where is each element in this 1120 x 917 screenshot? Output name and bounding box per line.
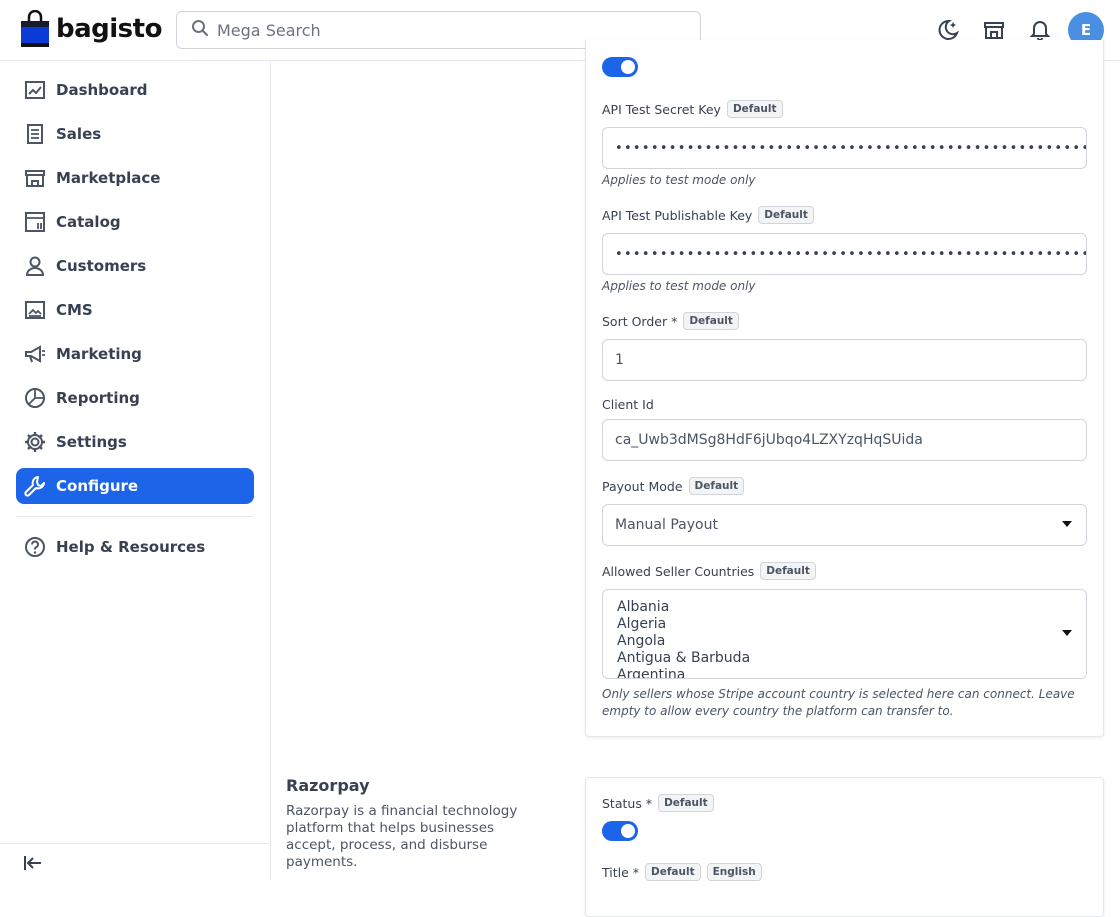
collapse-sidebar-icon[interactable] (22, 852, 44, 874)
chevron-down-icon (1062, 521, 1072, 527)
sidebar-item-label: Settings (56, 433, 127, 451)
razorpay-section-title: Razorpay (286, 776, 370, 795)
country-option[interactable]: Argentina (617, 667, 1072, 678)
sidebar-item-label: Catalog (56, 213, 121, 231)
sort-order-field[interactable]: 1 (602, 339, 1087, 381)
sidebar-footer-divider (0, 843, 270, 844)
pie-chart-icon (24, 387, 46, 409)
api-test-secret-key-label: API Test Secret Key Default (602, 100, 783, 118)
country-option[interactable]: Algeria (617, 616, 1072, 633)
default-badge: Default (688, 477, 745, 495)
api-test-publishable-key-label: API Test Publishable Key Default (602, 206, 814, 224)
default-badge: Default (645, 863, 701, 881)
sidebar: Dashboard Sales Marketplace Catalog Cust… (0, 61, 271, 880)
sidebar-item-marketplace[interactable]: Marketplace (16, 160, 254, 196)
locale-badge: English (706, 863, 762, 881)
sidebar-item-customers[interactable]: Customers (16, 248, 254, 284)
default-badge: Default (683, 312, 739, 330)
sidebar-item-label: Reporting (56, 389, 140, 407)
default-badge: Default (658, 794, 714, 812)
sidebar-item-reporting[interactable]: Reporting (16, 380, 254, 416)
sidebar-item-catalog[interactable]: Catalog (16, 204, 254, 240)
megaphone-icon (24, 343, 46, 365)
api-test-secret-key-hint: Applies to test mode only (602, 173, 756, 187)
client-id-label: Client Id (602, 397, 654, 412)
gear-icon (24, 431, 46, 453)
sidebar-item-label: CMS (56, 301, 93, 319)
country-option[interactable]: Angola (617, 633, 1072, 650)
dashboard-icon (24, 79, 46, 101)
allowed-seller-countries-label: Allowed Seller Countries Default (602, 562, 816, 580)
api-test-publishable-key-field[interactable]: ••••••••••••••••••••••••••••••••••••••••… (602, 233, 1087, 275)
search-input[interactable] (217, 20, 677, 40)
sidebar-item-label: Configure (56, 477, 139, 495)
cms-icon (24, 299, 46, 321)
sidebar-item-dashboard[interactable]: Dashboard (16, 72, 254, 108)
api-test-publishable-key-hint: Applies to test mode only (602, 279, 756, 293)
payout-mode-value: Manual Payout (615, 517, 718, 533)
country-option[interactable]: Albania (617, 599, 1072, 616)
allowed-seller-countries-select[interactable]: Albania Algeria Angola Antigua & Barbuda… (602, 589, 1087, 679)
country-option[interactable]: Antigua & Barbuda (617, 650, 1072, 667)
store-icon (24, 167, 46, 189)
sidebar-item-label: Marketplace (56, 169, 161, 187)
sidebar-item-marketing[interactable]: Marketing (16, 336, 254, 372)
sales-icon (24, 123, 46, 145)
catalog-icon (24, 211, 46, 233)
sidebar-item-cms[interactable]: CMS (16, 292, 254, 328)
sidebar-divider (16, 516, 254, 517)
sidebar-item-configure[interactable]: Configure (16, 468, 254, 504)
sidebar-item-label: Marketing (56, 345, 142, 363)
sidebar-item-sales[interactable]: Sales (16, 116, 254, 152)
api-test-secret-key-field[interactable]: ••••••••••••••••••••••••••••••••••••••••… (602, 127, 1087, 169)
sidebar-item-label: Sales (56, 125, 102, 143)
client-id-field[interactable]: ca_Uwb3dMSg8HdF6jUbqo4LZXYzqHqSUida (602, 419, 1087, 461)
sort-order-label: Sort Order * Default (602, 312, 739, 330)
bag-logo-icon (20, 9, 50, 48)
user-icon (24, 255, 46, 277)
razorpay-title-label: Title * Default English (602, 863, 762, 881)
status-toggle[interactable] (602, 57, 638, 77)
allowed-seller-countries-hint: Only sellers whose Stripe account countr… (602, 687, 1075, 718)
default-badge: Default (726, 100, 783, 118)
chevron-down-icon (1062, 630, 1072, 636)
razorpay-section-description: Razorpay is a financial technology platf… (286, 803, 518, 870)
default-badge: Default (758, 206, 814, 224)
payout-mode-select[interactable]: Manual Payout (602, 504, 1087, 546)
sidebar-item-label: Help & Resources (56, 538, 206, 556)
sidebar-item-label: Dashboard (56, 81, 148, 99)
sidebar-item-help[interactable]: Help & Resources (16, 529, 254, 565)
default-badge: Default (760, 562, 816, 580)
payout-mode-label: Payout Mode Default (602, 477, 745, 495)
bagisto-logo[interactable]: bagisto (20, 9, 162, 48)
sidebar-item-label: Customers (56, 257, 147, 275)
sidebar-item-settings[interactable]: Settings (16, 424, 254, 460)
help-icon (24, 536, 46, 558)
razorpay-status-label: Status * Default (602, 794, 714, 812)
search-icon (191, 19, 209, 41)
wrench-icon (24, 475, 46, 497)
razorpay-status-toggle[interactable] (602, 821, 638, 841)
logo-text: bagisto (56, 14, 162, 44)
